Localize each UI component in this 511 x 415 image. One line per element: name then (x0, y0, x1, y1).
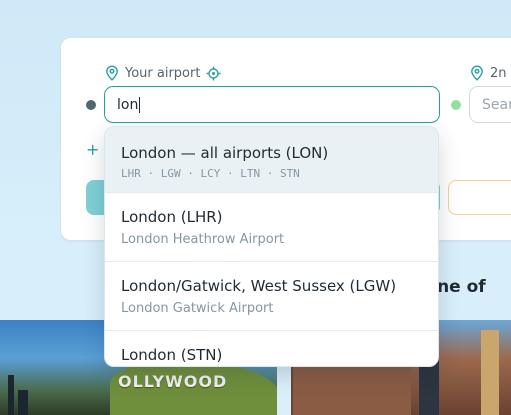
hollywood-sign: OLLYWOOD (118, 372, 228, 391)
secondary-button[interactable] (448, 180, 511, 215)
airport-suggestions-dropdown: London — all airports (LON) LHR · LGW · … (104, 126, 439, 367)
plus-icon[interactable]: + (86, 140, 99, 159)
origin-input-value: lon (117, 96, 139, 113)
origin-input[interactable]: lon (104, 86, 440, 123)
skyline-tower (8, 375, 14, 415)
crosshair-icon[interactable] (206, 66, 221, 81)
map-pin-icon (105, 65, 119, 81)
suggestion-title: London/Gatwick, West Sussex (LGW) (121, 277, 397, 295)
destination-input[interactable]: Sear (469, 86, 511, 123)
destination-placeholder: Sear (482, 96, 511, 113)
origin-dot (86, 100, 96, 110)
skyline-tower (18, 390, 28, 415)
suggestion-item[interactable]: London (STN) (105, 331, 438, 366)
origin-label: Your airport (125, 65, 201, 81)
origin-label-row: Your airport (105, 65, 221, 81)
destination-label-row: 2n (470, 65, 507, 81)
map-pin-icon (470, 65, 484, 81)
clock-tower (481, 330, 499, 415)
text-caret (139, 96, 141, 113)
suggestion-airport-codes: LHR · LGW · LCY · LTN · STN (121, 167, 300, 180)
suggestion-item[interactable]: London — all airports (LON) LHR · LGW · … (105, 127, 438, 193)
suggestion-title: London — all airports (LON) (121, 144, 329, 162)
suggestion-title: London (STN) (121, 346, 223, 364)
suggestion-subtitle: London Heathrow Airport (121, 232, 285, 247)
destination-dot (451, 100, 461, 110)
suggestion-item[interactable]: London/Gatwick, West Sussex (LGW) London… (105, 262, 438, 331)
destination-label: 2n (490, 65, 507, 81)
suggestion-item[interactable]: London (LHR) London Heathrow Airport (105, 193, 438, 262)
suggestion-subtitle: London Gatwick Airport (121, 301, 274, 316)
suggestion-title: London (LHR) (121, 208, 223, 226)
